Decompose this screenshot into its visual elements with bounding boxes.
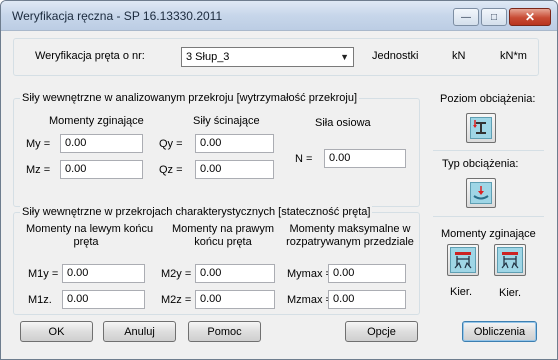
mymax-input[interactable]: 0.00 [328, 264, 406, 283]
m2z-label: M2z = [161, 294, 192, 306]
direction-left-label: Kier. [450, 286, 473, 298]
right-panel-divider-1 [433, 150, 544, 151]
calculate-button[interactable]: Obliczenia [462, 321, 537, 342]
moment-direction-left-icon [450, 247, 476, 273]
m2y-label: M2y = [161, 268, 192, 280]
my-label: My = [26, 138, 51, 150]
minimize-button[interactable]: — [453, 8, 479, 26]
member-select-value: 3 Słup_3 [186, 51, 230, 63]
m1z-input[interactable]: 0.00 [62, 290, 145, 309]
maximize-button[interactable]: □ [481, 8, 507, 26]
m1y-input[interactable]: 0.00 [62, 264, 145, 283]
right-end-moments-header: Momenty na prawym końcu pręta [170, 223, 276, 249]
help-button[interactable]: Pomoc [188, 321, 261, 342]
units-label: Jednostki [372, 50, 419, 62]
options-button[interactable]: Opcje [345, 321, 418, 342]
right-end-header-line1: Momenty na prawym [171, 223, 275, 235]
dialog-window: Weryfikacja ręczna - SP 16.13330.2011 — … [0, 0, 558, 360]
direction-left-button[interactable] [447, 244, 479, 276]
axial-column-header: Siła osiowa [315, 117, 371, 129]
shear-column-header: Siły ścinające [193, 115, 260, 127]
direction-right-button[interactable] [494, 244, 526, 276]
stability-forces-group: Siły wewnętrzne w przekrojach charaktery… [13, 206, 420, 315]
max-header-line2: rozpatrywanym przedziale [286, 236, 414, 248]
moment-direction-right-icon [497, 247, 523, 273]
right-end-header-line2: końcu pręta [194, 236, 252, 248]
load-level-title: Poziom obciążenia: [440, 93, 536, 105]
member-label: Weryfikacja pręta o nr: [35, 50, 145, 62]
mymax-label: Mymax = [287, 268, 332, 280]
qz-label: Qz = [159, 164, 183, 176]
qy-label: Qy = [159, 138, 183, 150]
distributed-load-icon [470, 182, 492, 204]
unit-force: kN [452, 50, 466, 62]
m2y-input[interactable]: 0.00 [195, 264, 275, 283]
load-type-title: Typ obciążenia: [442, 158, 519, 170]
max-header-line1: Momenty maksymalne w [289, 223, 411, 235]
load-level-icon [470, 117, 492, 139]
mz-label: Mz = [26, 164, 51, 176]
window-title: Weryfikacja ręczna - SP 16.13330.2011 [12, 9, 223, 23]
m2z-input[interactable]: 0.00 [195, 290, 275, 309]
left-end-header-line1: Momenty na lewym końcu [26, 223, 154, 235]
n-input[interactable]: 0.00 [324, 149, 406, 168]
title-bar[interactable]: Weryfikacja ręczna - SP 16.13330.2011 — … [1, 1, 557, 31]
strength-group-title: Siły wewnętrzne w analizowanym przekroju… [20, 92, 360, 104]
m1z-label: M1z. [28, 294, 52, 306]
moments-column-header: Momenty zginające [49, 115, 144, 127]
chevron-down-icon: ▼ [340, 52, 349, 62]
max-moments-header: Momenty maksymalne w rozpatrywanym przed… [284, 223, 416, 249]
qy-input[interactable]: 0.00 [195, 134, 274, 153]
member-selection-box: Weryfikacja pręta o nr: 3 Słup_3 ▼ Jedno… [13, 38, 539, 76]
ok-button[interactable]: OK [20, 321, 93, 342]
my-input[interactable]: 0.00 [60, 134, 143, 153]
load-level-button[interactable] [466, 113, 496, 143]
m1y-label: M1y = [28, 268, 59, 280]
dialog-body: Weryfikacja pręta o nr: 3 Słup_3 ▼ Jedno… [8, 32, 550, 354]
cancel-button[interactable]: Anuluj [103, 321, 176, 342]
mzmax-label: Mzmax = [287, 294, 332, 306]
stability-group-title: Siły wewnętrzne w przekrojach charaktery… [20, 206, 373, 218]
qz-input[interactable]: 0.00 [195, 160, 274, 179]
left-end-moments-header: Momenty na lewym końcu pręta [26, 223, 154, 249]
close-button[interactable]: ✕ [509, 8, 551, 26]
right-panel-divider-2 [433, 216, 544, 217]
load-type-button[interactable] [466, 178, 496, 208]
bending-moments-title: Momenty zginające [441, 228, 536, 240]
n-label: N = [295, 153, 313, 165]
left-end-header-line2: pręta [73, 236, 99, 248]
unit-moment: kN*m [500, 50, 527, 62]
mzmax-input[interactable]: 0.00 [328, 290, 406, 309]
member-select[interactable]: 3 Słup_3 ▼ [181, 47, 354, 67]
mz-input[interactable]: 0.00 [60, 160, 143, 179]
strength-forces-group: Siły wewnętrzne w analizowanym przekroju… [13, 92, 420, 207]
direction-right-label: Kier. [499, 287, 522, 299]
